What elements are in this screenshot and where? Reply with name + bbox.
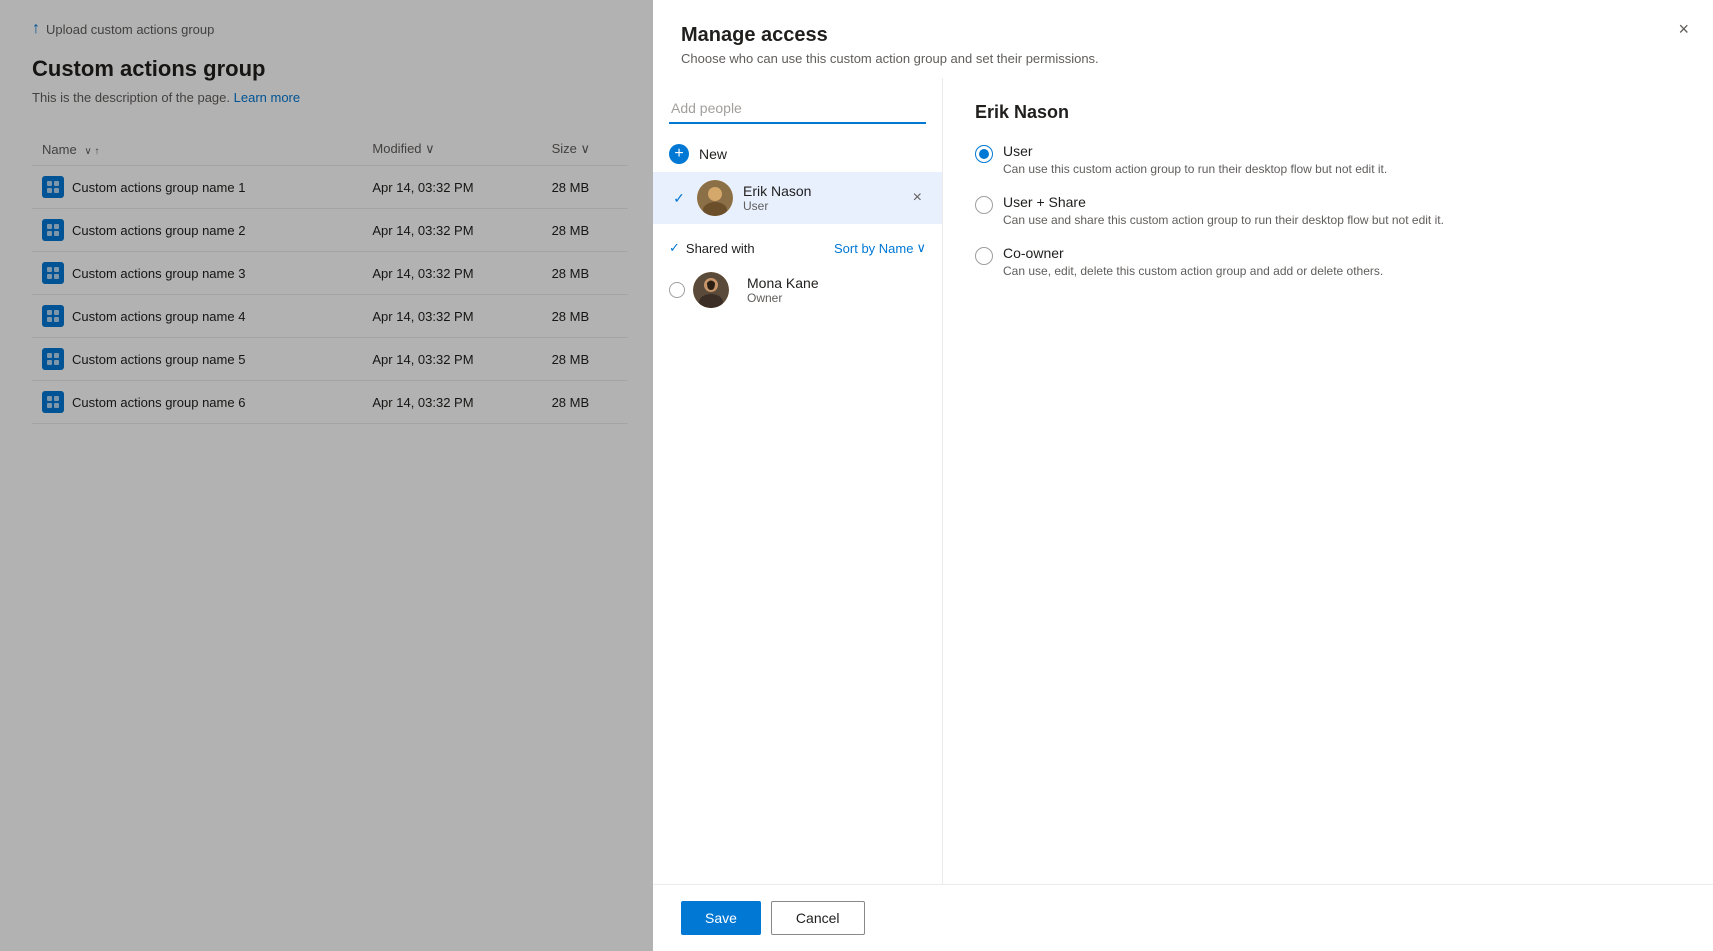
- shared-with-title: ✓ Shared with: [669, 240, 755, 256]
- shared-user-avatar: [693, 272, 729, 308]
- selected-user-avatar: [697, 180, 733, 216]
- add-people-input[interactable]: [669, 94, 926, 124]
- permission-option-co_owner[interactable]: Co-owner Can use, edit, delete this cust…: [975, 245, 1681, 278]
- perm-desc-user_share: Can use and share this custom action gro…: [1003, 213, 1444, 227]
- modal-left-pane: + New ✓ Erik Nason User ×: [653, 78, 943, 884]
- modal-header: Manage access Choose who can use this cu…: [653, 0, 1713, 78]
- perm-text-user_share: User + Share Can use and share this cust…: [1003, 194, 1444, 227]
- selected-checkmark-icon: ✓: [669, 188, 689, 208]
- new-item[interactable]: + New: [653, 136, 942, 172]
- shared-user-radio: [669, 282, 685, 298]
- perm-radio-co_owner: [975, 247, 993, 265]
- selected-user-name: Erik Nason: [743, 183, 909, 199]
- chevron-down-icon: ∨: [916, 240, 926, 256]
- close-button[interactable]: ×: [1678, 20, 1689, 38]
- perm-radio-user_share: [975, 196, 993, 214]
- modal-title: Manage access: [681, 24, 1685, 47]
- perm-desc-co_owner: Can use, edit, delete this custom action…: [1003, 264, 1383, 278]
- permission-option-user[interactable]: User Can use this custom action group to…: [975, 143, 1681, 176]
- remove-user-button[interactable]: ×: [909, 185, 926, 211]
- new-dot: +: [669, 144, 689, 164]
- modal-body: + New ✓ Erik Nason User ×: [653, 78, 1713, 884]
- save-button[interactable]: Save: [681, 901, 761, 935]
- shared-user-role: Owner: [747, 291, 926, 305]
- perm-label-user: User: [1003, 143, 1387, 159]
- selected-user-info: Erik Nason User: [743, 183, 909, 213]
- sort-label: Sort by Name: [834, 241, 913, 256]
- shared-user-name: Mona Kane: [747, 275, 926, 291]
- modal-footer: Save Cancel: [653, 884, 1713, 951]
- sort-button[interactable]: Sort by Name ∨: [834, 240, 926, 256]
- cancel-button[interactable]: Cancel: [771, 901, 865, 935]
- new-label: New: [699, 146, 727, 162]
- modal-right-pane: Erik Nason User Can use this custom acti…: [943, 78, 1713, 884]
- perm-text-user: User Can use this custom action group to…: [1003, 143, 1387, 176]
- perm-label-co_owner: Co-owner: [1003, 245, 1383, 261]
- manage-access-modal: Manage access Choose who can use this cu…: [653, 0, 1713, 951]
- modal-subtitle: Choose who can use this custom action gr…: [681, 51, 1685, 66]
- selected-user-item[interactable]: ✓ Erik Nason User ×: [653, 172, 942, 224]
- permission-user-name: Erik Nason: [975, 102, 1681, 123]
- perm-desc-user: Can use this custom action group to run …: [1003, 162, 1387, 176]
- perm-radio-user: [975, 145, 993, 163]
- perm-text-co_owner: Co-owner Can use, edit, delete this cust…: [1003, 245, 1383, 278]
- shared-with-label: Shared with: [686, 241, 755, 256]
- shared-user-item[interactable]: Mona Kane Owner: [653, 264, 942, 316]
- perm-label-user_share: User + Share: [1003, 194, 1444, 210]
- permission-options: User Can use this custom action group to…: [975, 143, 1681, 278]
- permission-option-user_share[interactable]: User + Share Can use and share this cust…: [975, 194, 1681, 227]
- shared-check-icon: ✓: [669, 240, 680, 256]
- selected-user-role: User: [743, 199, 909, 213]
- shared-user-info: Mona Kane Owner: [747, 275, 926, 305]
- shared-with-section: ✓ Shared with Sort by Name ∨: [653, 232, 942, 316]
- shared-with-header: ✓ Shared with Sort by Name ∨: [653, 232, 942, 264]
